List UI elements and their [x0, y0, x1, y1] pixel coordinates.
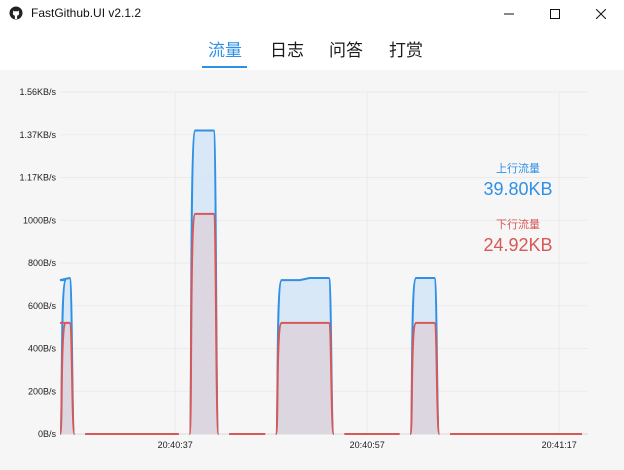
- traffic-chart-svg: 0B/s 200B/s 400B/s 600B/s 800B/s 1000B/s 1.17K…: [19, 87, 588, 450]
- y-tick-label: 0B/s: [38, 429, 57, 439]
- traffic-chart: 0B/s 200B/s 400B/s 600B/s 800B/s 1000B/s 1.17K…: [0, 70, 624, 470]
- upload-value: 39.80KB: [483, 179, 553, 199]
- x-tick-label: 20:40:57: [350, 440, 385, 450]
- y-tick-label: 800B/s: [28, 258, 57, 268]
- y-tick-label: 600B/s: [28, 301, 57, 311]
- minimize-icon: [504, 13, 514, 15]
- tab-bar: 流量 日志 问答 打赏: [0, 36, 624, 70]
- tab-donate[interactable]: 打赏: [389, 36, 423, 61]
- y-tick-label: 200B/s: [28, 386, 57, 396]
- y-tick-label: 1000B/s: [23, 215, 57, 225]
- download-area: [275, 322, 334, 434]
- close-button[interactable]: [578, 0, 624, 28]
- y-tick-label: 1.17KB/s: [19, 173, 56, 183]
- upload-stat: 上行流量 39.80KB: [470, 160, 566, 200]
- tab-logs[interactable]: 日志: [270, 36, 304, 61]
- maximize-button[interactable]: [532, 0, 578, 28]
- tab-faq[interactable]: 问答: [329, 36, 363, 61]
- active-tab-indicator: [202, 66, 247, 68]
- maximize-icon: [550, 9, 560, 19]
- y-tick-label: 400B/s: [28, 344, 57, 354]
- y-tick-label: 1.37KB/s: [19, 130, 56, 140]
- upload-label: 上行流量: [496, 163, 540, 175]
- download-label: 下行流量: [496, 219, 540, 231]
- download-area: [189, 213, 219, 434]
- download-area: [410, 322, 440, 434]
- tab-traffic[interactable]: 流量: [208, 36, 242, 61]
- window-title: FastGithub.UI v2.1.2: [31, 6, 142, 20]
- github-icon: [9, 6, 23, 20]
- close-icon: [596, 9, 606, 19]
- x-tick-label: 20:40:37: [158, 440, 193, 450]
- download-value: 24.92KB: [483, 235, 553, 255]
- title-bar: FastGithub.UI v2.1.2: [0, 0, 624, 28]
- y-tick-label: 1.56KB/s: [19, 87, 56, 97]
- minimize-button[interactable]: [486, 0, 532, 28]
- x-tick-label: 20:41:17: [542, 440, 577, 450]
- download-stat: 下行流量 24.92KB: [470, 216, 566, 256]
